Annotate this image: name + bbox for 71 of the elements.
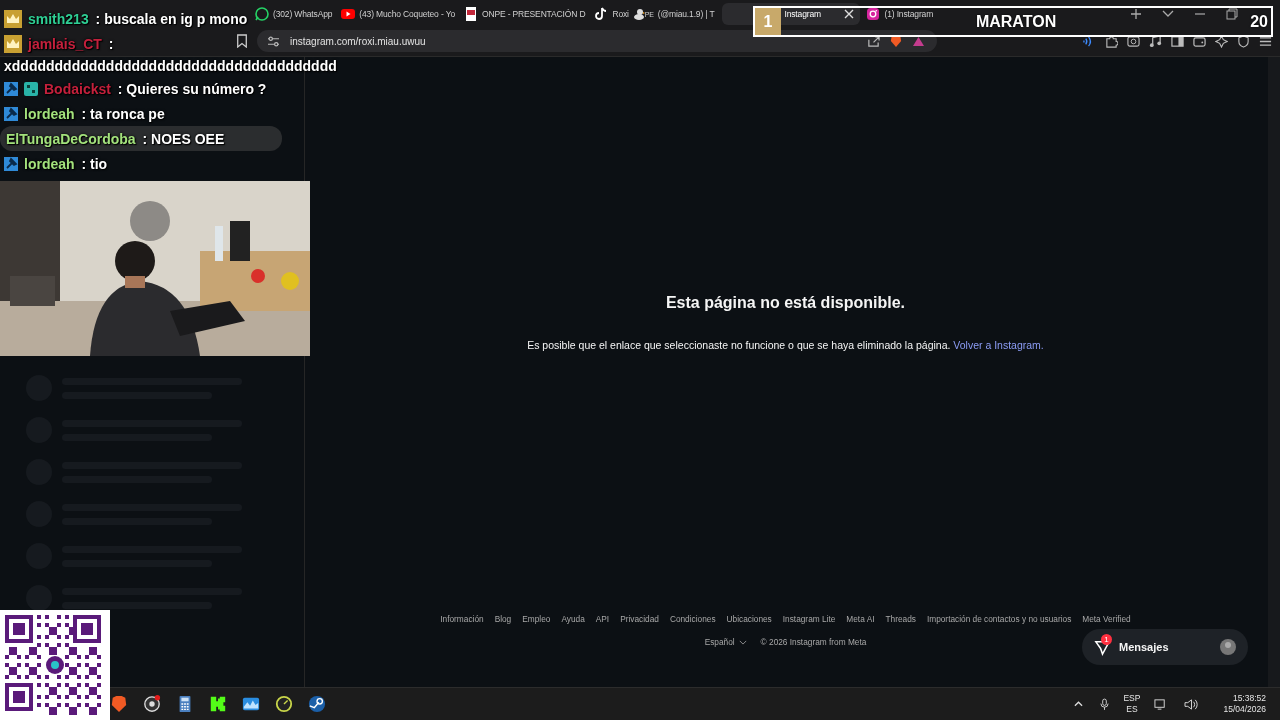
speaker-icon[interactable] bbox=[1184, 697, 1200, 711]
input-language[interactable]: ESP ES bbox=[1123, 693, 1141, 715]
microphone-icon[interactable] bbox=[1100, 697, 1110, 711]
restore-icon[interactable] bbox=[1226, 8, 1238, 20]
footer-link[interactable]: Importación de contactos y no usuarios bbox=[926, 614, 1072, 624]
footer-link[interactable]: API bbox=[595, 614, 610, 624]
back-to-instagram-link[interactable]: Volver a Instagram. bbox=[953, 339, 1044, 351]
footer-link[interactable]: Meta AI bbox=[846, 614, 875, 624]
banner-count: 20 bbox=[1250, 12, 1268, 31]
chat-username: lordeah bbox=[24, 105, 75, 122]
sidebar-icon[interactable] bbox=[1171, 34, 1184, 48]
browser-tab[interactable]: ONPE - PRESENTACIÓN D bbox=[460, 3, 589, 25]
chat-message: : Quieres su número ? bbox=[116, 80, 267, 97]
chat-message: : bbox=[107, 35, 114, 52]
clock[interactable]: 15:38:52 15/04/2026 bbox=[1223, 693, 1266, 715]
chat-username: smith213 bbox=[28, 10, 89, 27]
menu-icon[interactable] bbox=[1259, 34, 1272, 48]
network-icon[interactable] bbox=[1154, 697, 1168, 711]
browser-tab[interactable]: (1) Instagram bbox=[863, 3, 937, 25]
page-heading: Esta página no está disponible. bbox=[665, 294, 906, 312]
wallet-icon[interactable] bbox=[1193, 34, 1206, 48]
new-tab-icon[interactable] bbox=[1130, 8, 1142, 20]
footer-link[interactable]: Condiciones bbox=[669, 614, 716, 624]
chat-username: Bodaickst bbox=[44, 80, 111, 97]
footer-link[interactable]: Instagram Lite bbox=[782, 614, 836, 624]
avatar-icon bbox=[1220, 639, 1236, 655]
footer-link[interactable]: Ayuda bbox=[561, 614, 585, 624]
url-text: instagram.com/roxi.miau.uwuu bbox=[290, 35, 426, 47]
sparkle-icon[interactable] bbox=[1215, 34, 1228, 48]
messages-button[interactable]: 1 Mensajes bbox=[1082, 629, 1248, 665]
screenshot-icon[interactable] bbox=[1127, 34, 1140, 48]
rank-number: 1 bbox=[755, 8, 781, 35]
footer-link[interactable]: Privacidad bbox=[620, 614, 659, 624]
chat-message: xdddddddddddddddddddddddddddddddddddddd bbox=[4, 58, 337, 74]
chat-username: jamlais_CT bbox=[28, 35, 102, 52]
chevron-icon bbox=[738, 639, 747, 645]
chat-message: : tio bbox=[80, 155, 108, 172]
music-icon[interactable] bbox=[1149, 34, 1162, 48]
notification-badge: 1 bbox=[1101, 633, 1112, 645]
site-settings-icon[interactable] bbox=[267, 35, 280, 47]
footer-link[interactable]: Blog bbox=[494, 614, 512, 624]
error-message: Es posible que el enlace que seleccionaste no funcione o que se haya eliminado la página. Volver a Instagram. bbox=[527, 339, 1044, 351]
share-icon[interactable] bbox=[867, 34, 880, 48]
browser-tab[interactable]: (302) WhatsApp bbox=[252, 3, 336, 25]
chat-username: ElTungaDeCordoba bbox=[6, 130, 136, 147]
whatsapp-icon bbox=[255, 7, 269, 21]
language-selector[interactable]: Español bbox=[704, 637, 747, 647]
footer-link[interactable]: Ubicaciones bbox=[726, 614, 772, 624]
browser-tab[interactable]: (43) Mucho Coqueteo - Yo bbox=[338, 3, 458, 25]
close-icon[interactable] bbox=[844, 9, 855, 19]
chevron-up-icon[interactable] bbox=[1074, 701, 1084, 707]
triangle-icon[interactable] bbox=[912, 35, 925, 47]
footer-link[interactable]: Threads bbox=[885, 614, 916, 624]
play-icon bbox=[341, 7, 356, 21]
note-icon bbox=[594, 7, 609, 21]
bookmark-icon[interactable] bbox=[236, 34, 248, 48]
shield-icon[interactable] bbox=[1237, 34, 1250, 48]
document-icon bbox=[463, 7, 478, 21]
chat-message: : ta ronca pe bbox=[80, 105, 165, 122]
copyright-text: © 2026 Instagram from Meta bbox=[760, 637, 867, 647]
chat-message: : NOES OEE bbox=[141, 130, 225, 147]
address-bar[interactable]: instagram.com/roxi.miau.uwuu bbox=[257, 30, 937, 52]
footer-link[interactable]: Meta Verified bbox=[1082, 614, 1131, 624]
chat-message: : buscala en ig p mono bbox=[94, 10, 248, 27]
banner-title: MARATON bbox=[975, 12, 1057, 31]
footer-link[interactable]: Información bbox=[440, 614, 484, 624]
chevron-down-icon[interactable] bbox=[1162, 10, 1174, 18]
chat-username: lordeah bbox=[24, 155, 75, 172]
puzzle-icon[interactable] bbox=[1105, 34, 1118, 48]
scrollbar[interactable] bbox=[1268, 57, 1280, 687]
footer-link[interactable]: Empleo bbox=[522, 614, 551, 624]
